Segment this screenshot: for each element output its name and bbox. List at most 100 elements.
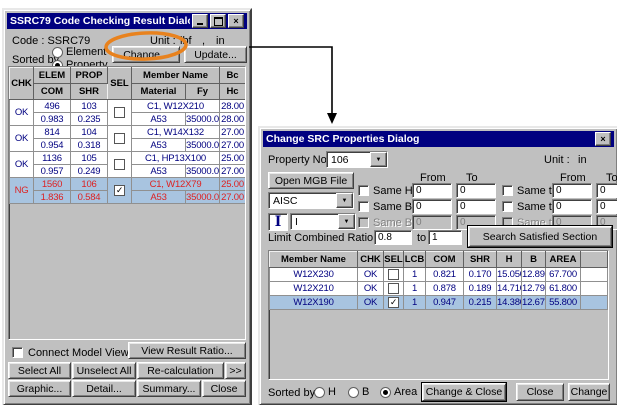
same-tw-checkbox[interactable] <box>502 185 513 196</box>
sort-element-radio[interactable] <box>52 47 63 58</box>
summary-button[interactable]: Summary... <box>137 380 201 397</box>
h-to-input[interactable] <box>456 183 496 198</box>
src-titlebar[interactable]: Change SRC Properties Dialog × <box>263 131 614 147</box>
lcb-cell: 1 <box>404 282 426 296</box>
section-shape-dropdown[interactable]: I ▼ <box>290 213 356 230</box>
update-button[interactable]: Update... <box>184 46 247 63</box>
sort-h-radio[interactable] <box>314 387 325 398</box>
row-select-checkbox[interactable] <box>114 107 125 118</box>
shr-cell: 0.249 <box>71 165 108 178</box>
b1-to-input[interactable] <box>456 199 496 214</box>
ssrc79-result-dialog: SSRC79 Code Checking Result Dialog × Cod… <box>2 8 252 405</box>
minimize-button[interactable] <box>192 14 208 28</box>
material-cell: A53 <box>132 139 186 152</box>
row-select-checkbox[interactable] <box>388 269 399 280</box>
src-unit-label: Unit : <box>544 154 570 166</box>
detail-button[interactable]: Detail... <box>72 380 136 397</box>
area-cell: 67.700 <box>546 268 581 282</box>
sort-h-label: H <box>328 386 336 398</box>
db-dropdown[interactable]: AISC ▼ <box>268 192 354 209</box>
col-header-member-name: Member Name <box>132 68 220 84</box>
open-mgb-file-button[interactable]: Open MGB File <box>268 172 354 189</box>
src-close-action-button[interactable]: Close <box>516 383 564 401</box>
lcb-cell: 1 <box>404 296 426 310</box>
row-select-checkbox[interactable] <box>388 283 399 294</box>
result-table: CHK ELEM PROP SEL Member Name Bc COM SHR… <box>9 67 246 204</box>
close-dialog-button[interactable]: Close <box>202 380 246 397</box>
restore-button[interactable] <box>210 14 226 28</box>
close-icon: × <box>600 134 605 144</box>
b1-from-input[interactable] <box>412 199 452 214</box>
table-row[interactable]: OK496103C1, W12X21028.00 <box>10 100 246 113</box>
sort-area-radio[interactable] <box>380 387 391 398</box>
h-from-input[interactable] <box>412 183 452 198</box>
i-beam-icon: I <box>268 213 288 231</box>
b-cell: 12.790 <box>522 282 546 296</box>
col-header-h: H <box>497 252 522 268</box>
filler-cell <box>581 296 608 310</box>
chevron-down-icon[interactable]: ▼ <box>336 193 353 208</box>
limit-from-input[interactable] <box>374 230 412 245</box>
com-cell: 0.878 <box>426 282 464 296</box>
filler-cell <box>581 268 608 282</box>
col-header-shr: SHR <box>464 252 497 268</box>
table-row[interactable]: NG1560106✓C1, W12X7925.00 <box>10 178 246 191</box>
more-button[interactable]: >> <box>225 362 246 379</box>
row-select-checkbox[interactable]: ✓ <box>114 185 125 196</box>
unselect-all-button[interactable]: Unselect All <box>72 362 136 379</box>
connect-model-view-checkbox[interactable] <box>12 347 23 358</box>
recalculation-button[interactable]: Re-calculation <box>137 362 224 379</box>
fy-cell: 35000.0 <box>186 165 220 178</box>
chk-cell: OK <box>358 282 384 296</box>
row-select-checkbox[interactable]: ✓ <box>388 297 399 308</box>
section-table-area[interactable]: Member NameCHKSELLCBCOMSHRHBAREA W12X230… <box>268 250 609 380</box>
table-row[interactable]: W12X230OK10.8210.17015.05012.89567.700 <box>270 268 608 282</box>
graphic-button[interactable]: Graphic... <box>8 380 71 397</box>
tf1-to-input[interactable] <box>596 199 617 214</box>
view-result-ratio-button[interactable]: View Result Ratio... <box>128 342 246 359</box>
fy-cell: 35000.0 <box>186 113 220 126</box>
row-select-checkbox[interactable] <box>114 159 125 170</box>
table-row[interactable]: OK814104C1, W14X13227.00 <box>10 126 246 139</box>
com-cell: 0.954 <box>34 139 71 152</box>
col-header-material: Material <box>132 84 186 100</box>
col-header-fy: Fy <box>186 84 220 100</box>
table-row[interactable]: W12X190OK✓10.9470.21514.38012.67055.800 <box>270 296 608 310</box>
property-no-dropdown[interactable]: 106 ▼ <box>326 151 388 168</box>
table-row[interactable]: W12X210OK10.8780.18914.71012.79061.800 <box>270 282 608 296</box>
same-b1-checkbox[interactable] <box>358 201 369 212</box>
prop-cell: 103 <box>71 100 108 113</box>
row-select-checkbox[interactable] <box>114 133 125 144</box>
same-tf1-checkbox[interactable] <box>502 201 513 212</box>
same-h-checkbox[interactable] <box>358 185 369 196</box>
sort-element-label: Element <box>66 46 106 58</box>
hc-cell: 28.00 <box>220 113 246 126</box>
h-cell: 14.380 <box>497 296 522 310</box>
ssrc79-titlebar[interactable]: SSRC79 Code Checking Result Dialog × <box>7 13 247 29</box>
table-row[interactable]: OK1136105C1, HP13X10025.00 <box>10 152 246 165</box>
col-header-sel: SEL <box>108 68 132 100</box>
col-header-filler <box>581 252 608 268</box>
chevron-down-icon[interactable]: ▼ <box>370 152 387 167</box>
elem-cell: 1136 <box>34 152 71 165</box>
src-change-button[interactable]: Change <box>568 383 610 401</box>
change-and-close-button[interactable]: Change & Close <box>422 383 506 401</box>
chevron-down-icon[interactable]: ▼ <box>338 214 355 229</box>
result-table-area[interactable]: CHK ELEM PROP SEL Member Name Bc COM SHR… <box>8 66 246 340</box>
limit-to-input[interactable] <box>428 230 462 245</box>
sel-cell: ✓ <box>384 296 404 310</box>
select-all-button[interactable]: Select All <box>8 362 71 379</box>
fy-cell: 35000.0 <box>186 139 220 152</box>
shr-cell: 0.235 <box>71 113 108 126</box>
bc-cell: 27.00 <box>220 126 246 139</box>
tw-from-input[interactable] <box>552 183 592 198</box>
change-button[interactable]: Change... <box>112 46 180 63</box>
tf1-from-input[interactable] <box>552 199 592 214</box>
src-close-button[interactable]: × <box>595 132 611 146</box>
search-satisfied-section-button[interactable]: Search Satisfied Section <box>468 226 612 247</box>
close-button[interactable]: × <box>228 14 244 28</box>
sel-cell <box>384 282 404 296</box>
chk-cell: OK <box>358 296 384 310</box>
sort-b-radio[interactable] <box>348 387 359 398</box>
tw-to-input[interactable] <box>596 183 617 198</box>
